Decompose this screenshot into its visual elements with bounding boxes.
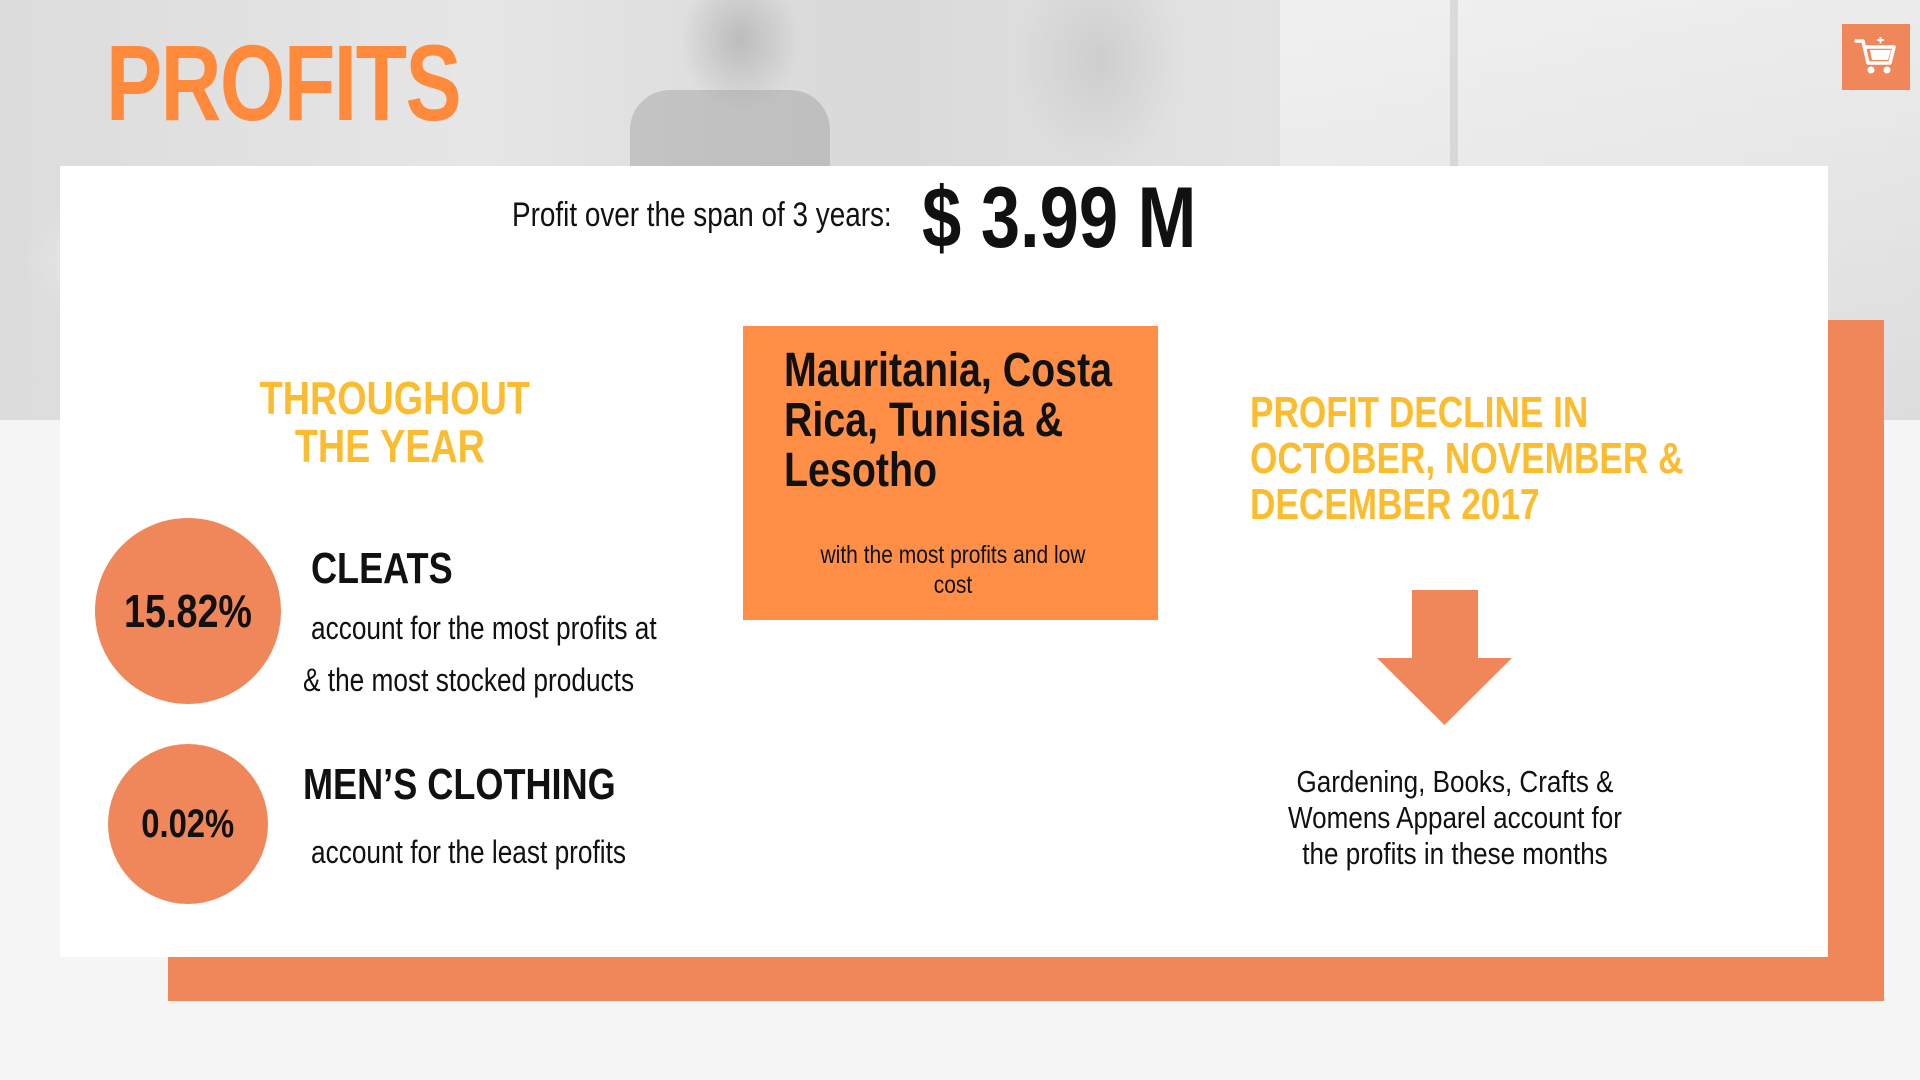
cleats-heading: CLEATS — [311, 544, 453, 593]
cleats-percent-badge: 15.82% — [95, 518, 281, 704]
decline-categories-description: Gardening, Books, Crafts & Womens Appare… — [1288, 764, 1622, 871]
down-arrow-icon — [1377, 590, 1512, 725]
mens-clothing-heading: MEN’S CLOTHING — [303, 760, 616, 809]
cart-button[interactable] — [1842, 24, 1910, 90]
page-title: PROFITS — [106, 22, 462, 143]
shopping-cart-icon — [1854, 37, 1896, 74]
top-countries-subtitle: with the most profits and low cost — [820, 541, 1086, 599]
profit-decline-heading: PROFIT DECLINE IN OCTOBER, NOVEMBER & DE… — [1250, 388, 1684, 529]
cleats-description-line1: account for the most profits at — [311, 610, 657, 646]
top-countries-box: Mauritania, Costa Rica, Tunisia & Lesoth… — [743, 326, 1158, 620]
cleats-description-line2: & the most stocked products — [303, 662, 635, 698]
top-countries-title: Mauritania, Costa Rica, Tunisia & Lesoth… — [784, 344, 1113, 497]
profit-summary-value: $ 3.99 M — [922, 170, 1197, 266]
throughout-year-heading: THROUGHOUT THE YEAR — [259, 372, 530, 472]
mens-clothing-percent-badge: 0.02% — [108, 744, 268, 904]
mens-clothing-description: account for the least profits — [311, 834, 627, 870]
profit-summary-label: Profit over the span of 3 years: — [512, 196, 892, 234]
